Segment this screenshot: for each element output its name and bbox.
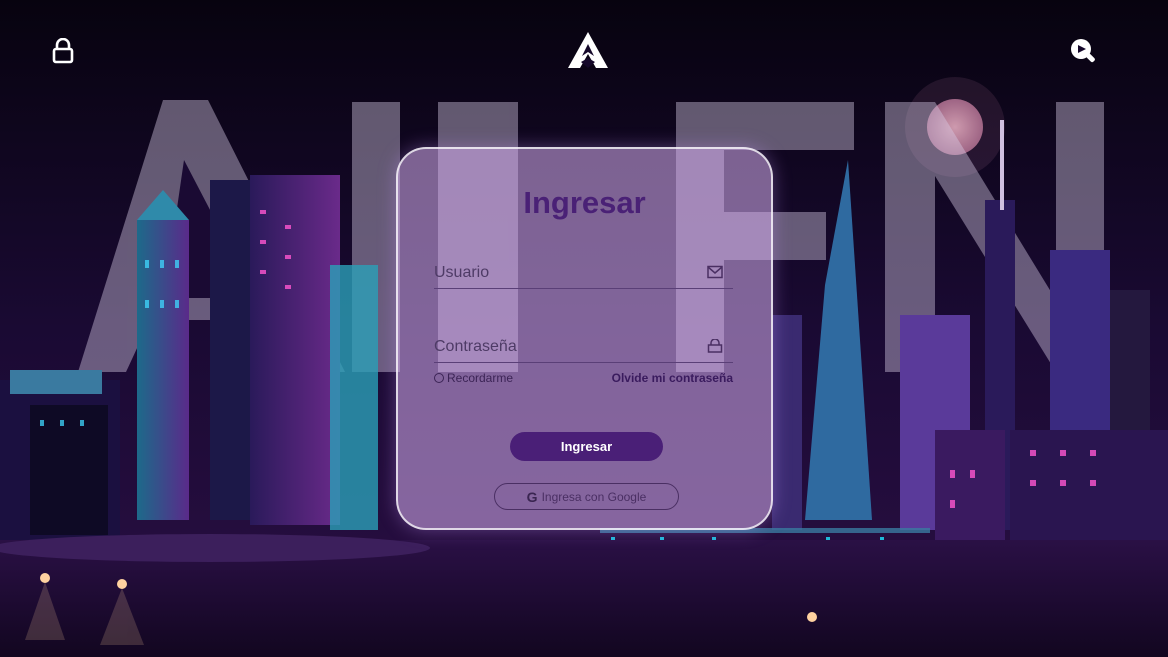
remember-me-toggle[interactable]: Recordarme xyxy=(434,371,513,385)
google-icon: G xyxy=(526,488,538,505)
password-input[interactable] xyxy=(434,333,694,361)
login-button[interactable]: Ingresar xyxy=(510,432,663,461)
login-card: Ingresar Recordarme Olvide mi contraseña… xyxy=(396,147,773,530)
username-field[interactable] xyxy=(434,259,733,289)
remember-me-radio[interactable] xyxy=(434,373,444,383)
login-title: Ingresar xyxy=(523,185,646,220)
password-field[interactable] xyxy=(434,333,733,363)
username-input[interactable] xyxy=(434,259,694,287)
google-login-button[interactable]: G Ingresa con Google xyxy=(494,483,679,510)
aiden-logo-icon xyxy=(566,30,610,70)
lock-icon[interactable] xyxy=(48,36,78,66)
login-options: Recordarme Olvide mi contraseña xyxy=(434,371,733,387)
google-login-label: Ingresa con Google xyxy=(541,489,647,504)
lock-icon xyxy=(707,338,723,353)
forgot-password-link[interactable]: Olvide mi contraseña xyxy=(612,371,733,385)
mail-icon xyxy=(707,265,723,279)
remember-me-label: Recordarme xyxy=(447,371,514,385)
search-icon[interactable] xyxy=(1066,34,1100,68)
